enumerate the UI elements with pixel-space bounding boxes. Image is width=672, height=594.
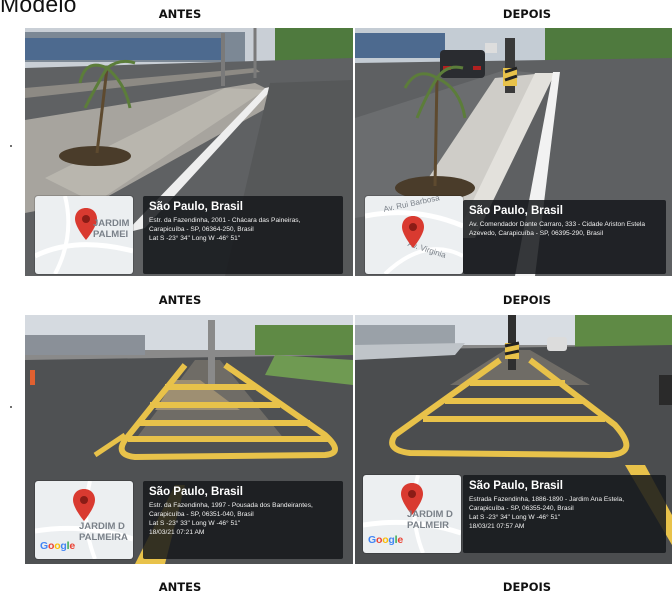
address: Estr. da Fazendinha, 2001 - Chácara das … (149, 217, 301, 233)
caption-after: DEPOIS (502, 293, 552, 307)
city-name: São Paulo, Brasil (469, 205, 563, 217)
location-info: São Paulo, Brasil Estr. da Fazendinha, 2… (143, 196, 343, 274)
caption-before: ANTES (158, 7, 202, 21)
margin-dot (10, 145, 12, 147)
photo-before-1: JARDIM PALMEI São Paulo, Brasil Estr. da … (25, 28, 353, 276)
caption-after: DEPOIS (502, 7, 552, 21)
caption-after: DEPOIS (502, 580, 552, 594)
photo-after-1: Av. Rui Barbosa Av. Virginia São Paulo, … (355, 28, 672, 276)
caption-before: ANTES (158, 293, 202, 307)
map-label: JARDIM D PALMEIRA (79, 521, 128, 543)
map-thumbnail: JARDIM PALMEI (35, 196, 133, 274)
address: Estrada Fazendinha, 1886-1890 - Jardim A… (469, 496, 625, 512)
location-info: São Paulo, Brasil Estrada Fazendinha, 18… (463, 475, 666, 553)
timestamp: 18/03/21 07:21 AM (149, 529, 205, 536)
map-thumbnail: JARDIM D PALMEIRA Google (35, 481, 133, 559)
map-pin-icon (73, 489, 95, 521)
address: Estr. da Fazendinha, 1997 - Pousada dos … (149, 502, 313, 518)
photo-after-2: JARDIM D PALMEIR Google São Paulo, Brasil… (355, 315, 672, 564)
map-thumbnail: Av. Rui Barbosa Av. Virginia (365, 196, 463, 274)
map-thumbnail: JARDIM D PALMEIR Google (363, 475, 461, 553)
caption-before: ANTES (158, 580, 202, 594)
timestamp: 18/03/21 07:57 AM (469, 523, 525, 530)
photo-before-2: JARDIM D PALMEIRA Google São Paulo, Brasi… (25, 315, 353, 564)
coordinates: Lat S -23° 34'' Long W -46° 51'' (149, 235, 241, 242)
map-label: JARDIM D PALMEIR (407, 509, 453, 531)
city-name: São Paulo, Brasil (469, 480, 563, 492)
google-logo: Google (368, 534, 403, 546)
address: Av. Comendador Dante Carraro, 333 - Cida… (469, 221, 646, 237)
google-logo: Google (40, 540, 75, 552)
location-info: São Paulo, Brasil Estr. da Fazendinha, 1… (143, 481, 343, 559)
document-title: Modelo (0, 0, 77, 17)
location-info: São Paulo, Brasil Av. Comendador Dante C… (463, 200, 666, 274)
margin-dot (10, 406, 12, 408)
city-name: São Paulo, Brasil (149, 486, 243, 498)
coordinates: Lat S -23° 34'' Long W -46° 51'' (469, 514, 561, 521)
map-label: JARDIM PALMEI (93, 218, 130, 240)
map-pin-icon (402, 216, 424, 248)
coordinates: Lat S -23° 33'' Long W -46° 51'' (149, 520, 241, 527)
city-name: São Paulo, Brasil (149, 201, 243, 213)
